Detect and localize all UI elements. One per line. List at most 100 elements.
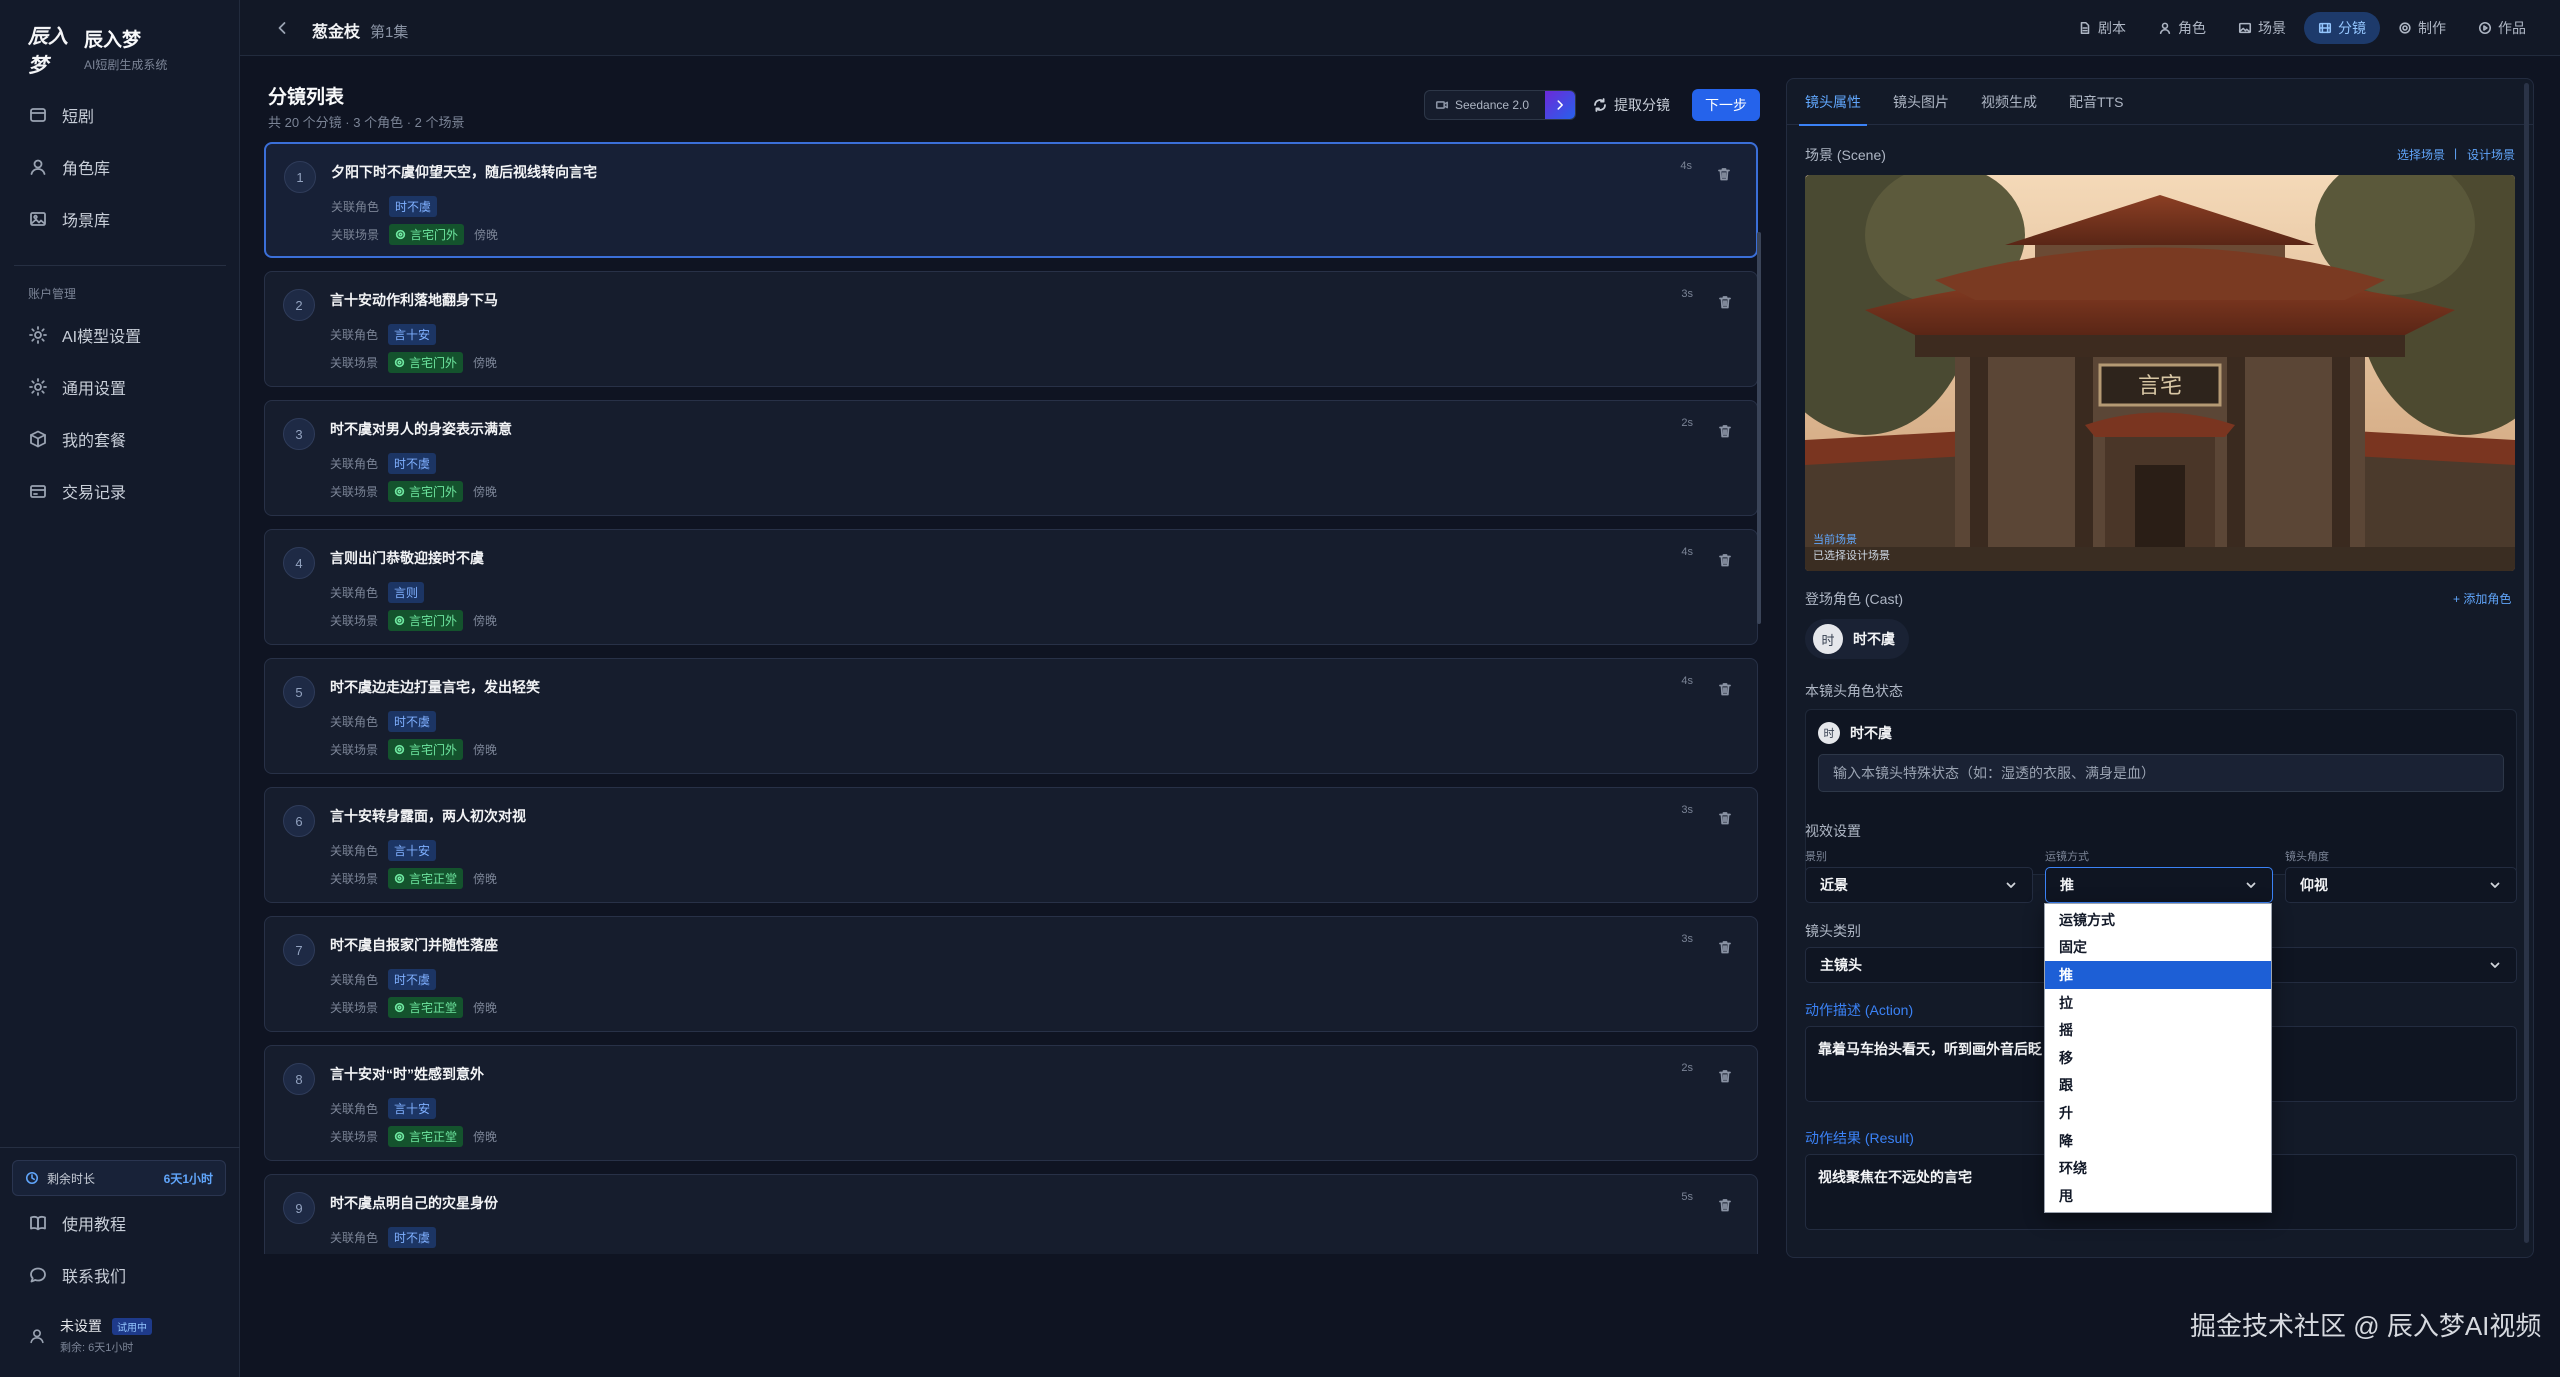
refresh-icon: [1594, 98, 1606, 112]
shot-scene-row: 关联场景 言宅正堂 傍晚: [330, 997, 497, 1018]
sidebar-item-drama[interactable]: 短剧: [14, 92, 226, 138]
shot-card[interactable]: 7 时不虞自报家门并随性落座 关联角色 时不虞 关联场景 言宅正堂 傍晚 3s: [264, 916, 1758, 1032]
sidebar-item-characters[interactable]: 角色库: [14, 144, 226, 190]
extract-shots-button[interactable]: 提取分镜: [1592, 92, 1670, 118]
role-tag[interactable]: 言十安: [388, 324, 437, 345]
camera-angle-select[interactable]: 仰视: [2285, 867, 2517, 903]
time-of-day: 傍晚: [474, 228, 499, 242]
role-tag[interactable]: 时不虞: [388, 1227, 437, 1248]
tab-tts[interactable]: 配音TTS: [2069, 79, 2123, 125]
scene-tag[interactable]: 言宅正堂: [388, 868, 464, 889]
shot-card[interactable]: 1 夕阳下时不虞仰望天空，随后视线转向言宅 关联角色 时不虞 关联场景 言宅门外…: [264, 142, 1758, 258]
panel-scrollbar[interactable]: [2524, 83, 2529, 1243]
trial-badge: 试用中: [112, 1317, 152, 1335]
sidebar-item-ai-model[interactable]: AI模型设置: [14, 312, 226, 358]
dropdown-option[interactable]: 移: [2045, 1044, 2271, 1072]
role-tag[interactable]: 时不虞: [388, 453, 437, 474]
scene-tag[interactable]: 言宅门外: [388, 352, 464, 373]
scene-tag[interactable]: 言宅门外: [388, 610, 464, 631]
role-tag[interactable]: 时不虞: [388, 711, 437, 732]
camera-move-select[interactable]: 推: [2045, 867, 2273, 903]
role-key: 关联角色: [330, 1231, 379, 1245]
user-profile[interactable]: 未设置 试用中 剩余: 6天1小时: [28, 1316, 152, 1355]
trash-icon[interactable]: [1717, 294, 1733, 310]
sidebar-item-scenes[interactable]: 场景库: [14, 196, 226, 242]
select-value: 仰视: [2300, 877, 2328, 893]
trash-icon[interactable]: [1717, 810, 1733, 826]
model-selector[interactable]: Seedance 2.0: [1424, 90, 1576, 120]
dropdown-option[interactable]: 降: [2045, 1127, 2271, 1155]
shot-role-row: 关联角色 言则: [330, 582, 425, 603]
shot-card[interactable]: 9 时不虞点明自己的灾星身份 关联角色 时不虞 关联场景 言宅正堂 傍晚 5s: [264, 1174, 1758, 1254]
scene-tag[interactable]: 言宅门外: [389, 224, 465, 245]
user-icon: [30, 1328, 44, 1343]
dropdown-option[interactable]: 升: [2045, 1099, 2271, 1127]
tab-shot-properties[interactable]: 镜头属性: [1799, 79, 1867, 126]
shot-duration: 2s: [1681, 417, 1693, 429]
dropdown-option[interactable]: 推: [2045, 961, 2271, 989]
trash-icon[interactable]: [1717, 1068, 1733, 1084]
next-step-button[interactable]: 下一步: [1692, 89, 1760, 121]
trash-icon[interactable]: [1717, 552, 1733, 568]
tab-video-generation[interactable]: 视频生成: [1981, 79, 2037, 125]
trash-icon[interactable]: [1717, 681, 1733, 697]
trash-icon[interactable]: [1717, 939, 1733, 955]
scene-tag[interactable]: 言宅门外: [388, 739, 464, 760]
shot-list-scrollbar[interactable]: [1757, 232, 1761, 624]
add-role-link[interactable]: + 添加角色: [2453, 590, 2511, 607]
dropdown-option[interactable]: 运镜方式: [2045, 906, 2271, 934]
scene-tag[interactable]: 言宅门外: [388, 481, 464, 502]
tab-scenes[interactable]: 场景: [2224, 12, 2300, 44]
dropdown-option[interactable]: 甩: [2045, 1182, 2271, 1210]
scene-tag[interactable]: 言宅正堂: [388, 997, 464, 1018]
dropdown-option[interactable]: 固定: [2045, 934, 2271, 962]
brand[interactable]: 辰入梦 辰入梦 AI短剧生成系统: [28, 20, 167, 78]
role-tag[interactable]: 言十安: [388, 840, 437, 861]
overlay-design-scene: 已选择设计场景: [1813, 548, 1890, 562]
sidebar-item-tutorial[interactable]: 使用教程: [14, 1200, 226, 1246]
dropdown-option[interactable]: 拉: [2045, 989, 2271, 1017]
shot-card[interactable]: 6 言十安转身露面，两人初次对视 关联角色 言十安 关联场景 言宅正堂 傍晚 3…: [264, 787, 1758, 903]
trash-icon[interactable]: [1716, 166, 1732, 182]
chevron-right-icon[interactable]: [1545, 91, 1575, 119]
project-title: 葱金枝: [312, 24, 361, 41]
trash-icon[interactable]: [1717, 423, 1733, 439]
watermark: 掘金技术社区 @ 辰入梦AI视频: [2190, 1311, 2542, 1341]
shot-card[interactable]: 4 言则出门恭敬迎接时不虞 关联角色 言则 关联场景 言宅门外 傍晚 4s: [264, 529, 1758, 645]
film-icon: [2318, 22, 2332, 34]
scene-tag[interactable]: 言宅正堂: [388, 1126, 464, 1147]
sidebar-item-transactions[interactable]: 交易记录: [14, 468, 226, 514]
trash-icon[interactable]: [1717, 1197, 1733, 1213]
shot-size-select[interactable]: 近景: [1805, 867, 2033, 903]
sidebar-item-contact[interactable]: 联系我们: [14, 1252, 226, 1298]
shot-card[interactable]: 2 言十安动作利落地翻身下马 关联角色 言十安 关联场景 言宅门外 傍晚 3s: [264, 271, 1758, 387]
dropdown-option[interactable]: 摇: [2045, 1016, 2271, 1044]
design-scene-link[interactable]: 设计场景: [2467, 146, 2515, 163]
tab-characters[interactable]: 角色: [2144, 12, 2220, 44]
tab-works[interactable]: 作品: [2464, 12, 2540, 44]
tab-storyboard[interactable]: 分镜: [2304, 12, 2380, 44]
dropdown-option[interactable]: 跟: [2045, 1072, 2271, 1100]
sidebar-item-general-settings[interactable]: 通用设置: [14, 364, 226, 410]
back-arrow-icon[interactable]: [272, 18, 292, 38]
sidebar-item-my-plan[interactable]: 我的套餐: [14, 416, 226, 462]
dropdown-option[interactable]: 环绕: [2045, 1154, 2271, 1182]
select-scene-link[interactable]: 选择场景: [2397, 146, 2445, 163]
role-tag[interactable]: 时不虞: [388, 969, 437, 990]
role-state-box: 时 时不虞: [1805, 709, 2517, 875]
image-icon: [2238, 22, 2252, 34]
role-tag[interactable]: 时不虞: [389, 196, 438, 217]
tab-production[interactable]: 制作: [2384, 12, 2460, 44]
role-tag[interactable]: 言十安: [388, 1098, 437, 1119]
role-tag[interactable]: 言则: [388, 582, 425, 603]
cast-chip[interactable]: 时 时不虞: [1805, 619, 1909, 659]
tab-shot-image[interactable]: 镜头图片: [1893, 79, 1949, 125]
tab-script[interactable]: 剧本: [2064, 12, 2140, 44]
scene-image[interactable]: 言宅 当前场景 已选择设计场景: [1805, 175, 2515, 571]
role-state-input[interactable]: [1818, 754, 2504, 792]
shot-list-summary: 共 20 个分镜 · 3 个角色 · 2 个场景: [268, 115, 465, 130]
gear-icon: [29, 378, 47, 396]
shot-card[interactable]: 3 时不虞对男人的身姿表示满意 关联角色 时不虞 关联场景 言宅门外 傍晚 2s: [264, 400, 1758, 516]
shot-card[interactable]: 8 言十安对“时”姓感到意外 关联角色 言十安 关联场景 言宅正堂 傍晚 2s: [264, 1045, 1758, 1161]
shot-card[interactable]: 5 时不虞边走边打量言宅，发出轻笑 关联角色 时不虞 关联场景 言宅门外 傍晚 …: [264, 658, 1758, 774]
